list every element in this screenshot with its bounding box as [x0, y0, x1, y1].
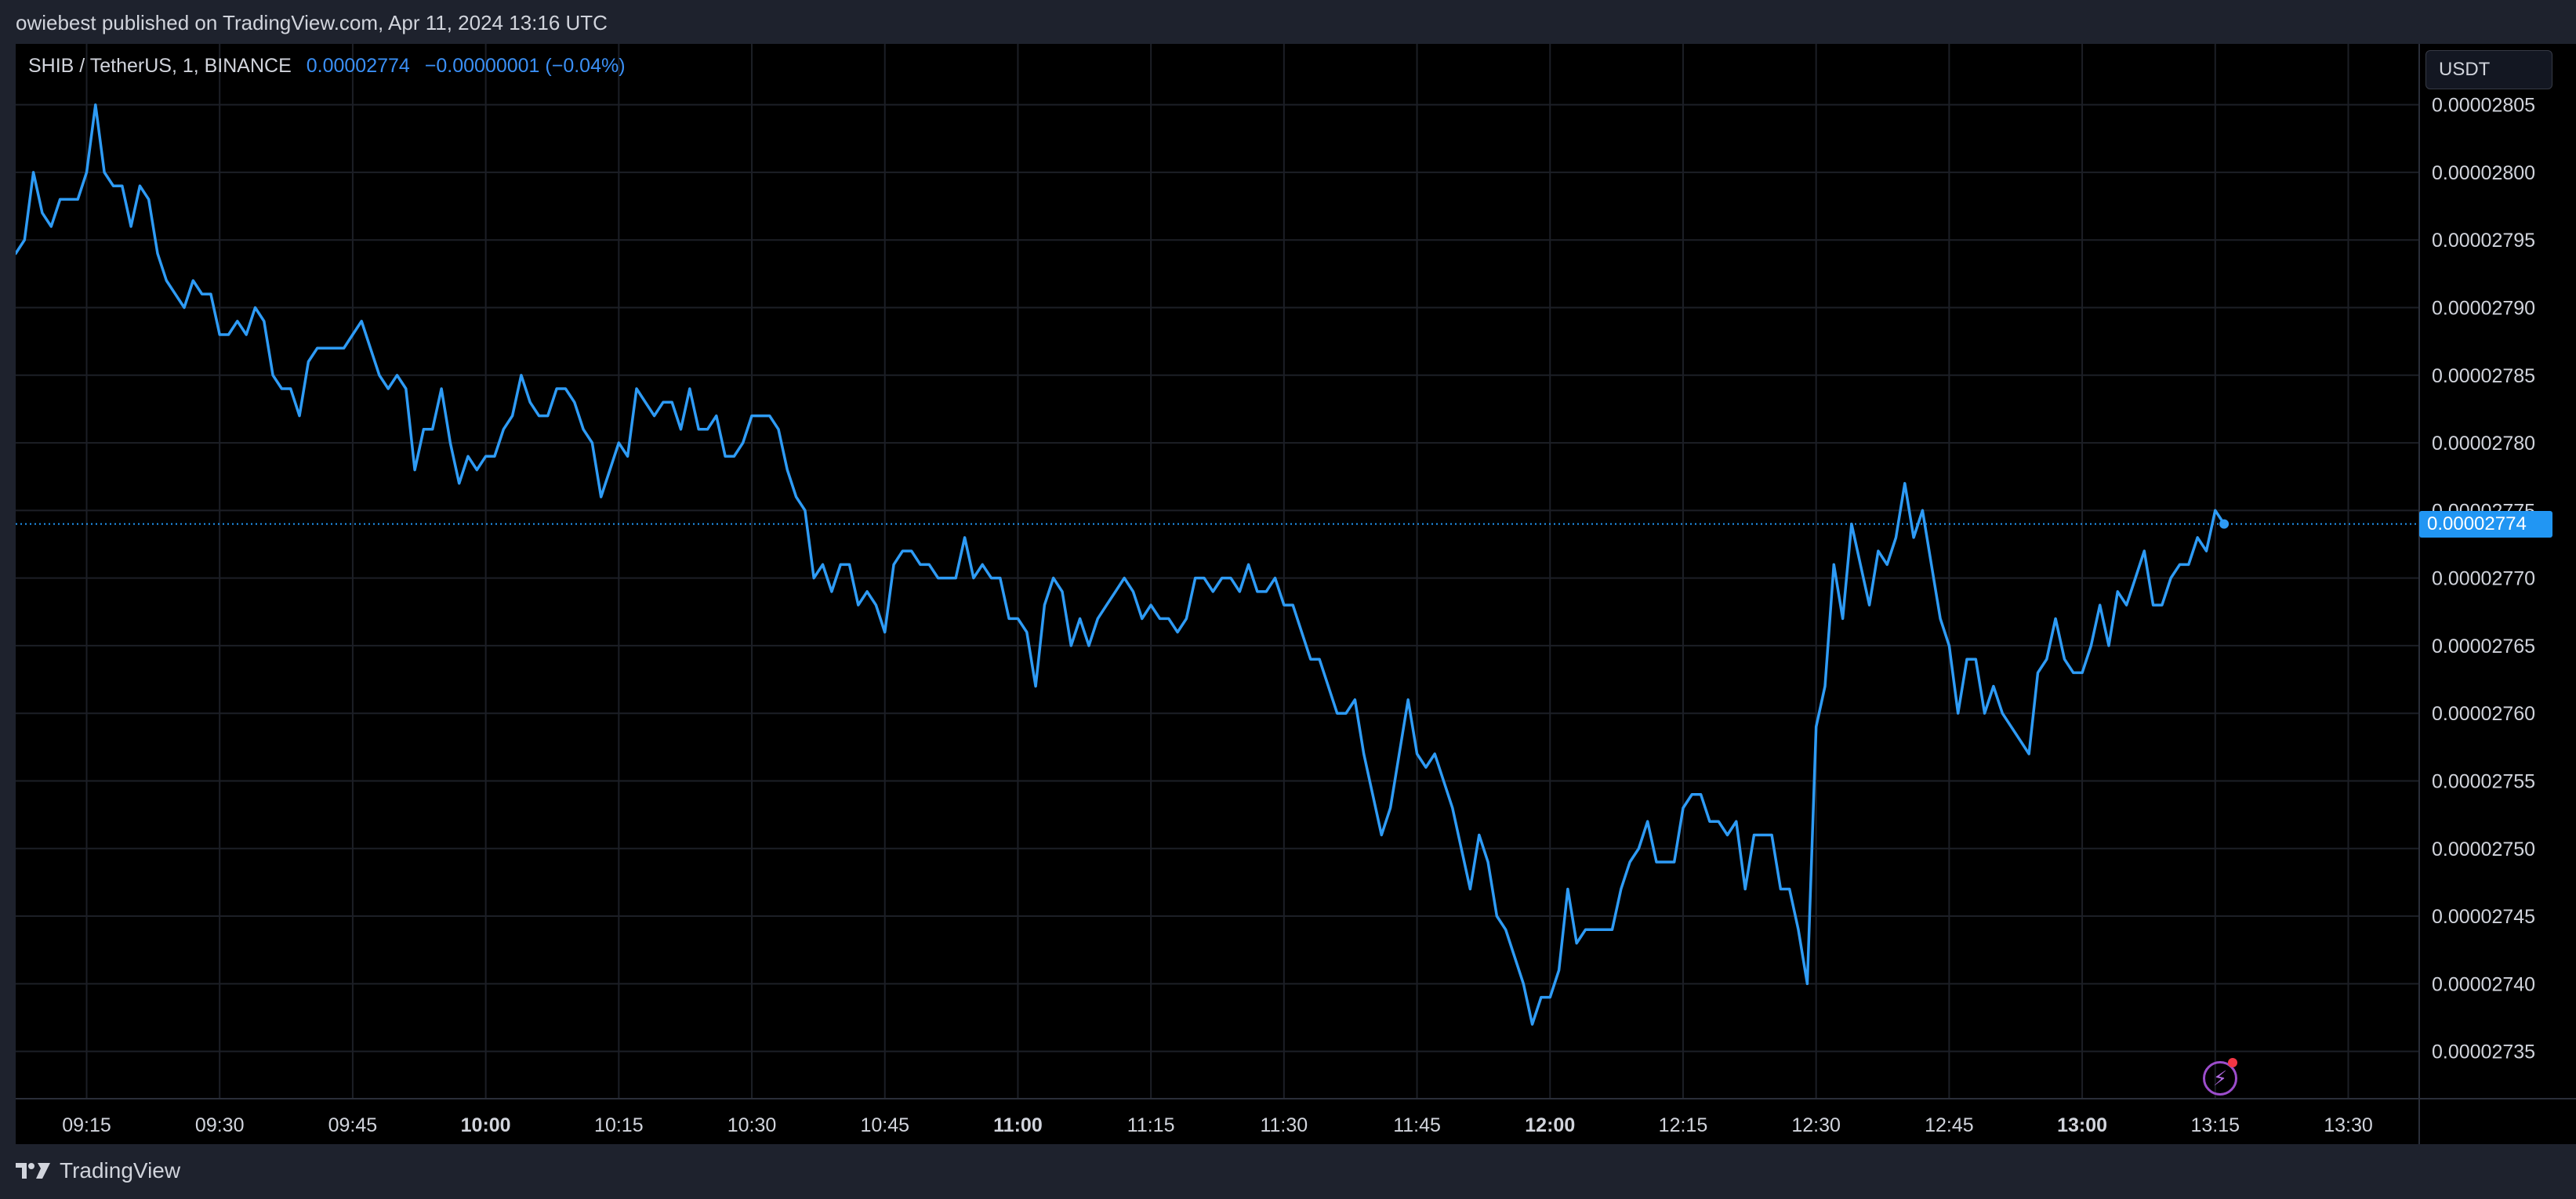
y-tick-label: 0.00002785 — [2432, 365, 2535, 387]
x-tick-label: 12:30 — [1791, 1114, 1841, 1136]
y-tick-label: 0.00002750 — [2432, 839, 2535, 860]
x-tick-label: 10:30 — [727, 1114, 777, 1136]
current-price-label: 0.00002774 — [2419, 510, 2552, 538]
x-tick-label: 13:15 — [2191, 1114, 2240, 1136]
x-tick-label: 12:45 — [1925, 1114, 1974, 1136]
x-tick-label: 11:30 — [1260, 1114, 1308, 1136]
tradingview-logo-icon — [16, 1163, 50, 1179]
price-chart[interactable]: 0.00002735 0.00002740 0.00002745 0.00002750… — [16, 44, 2576, 1144]
footer-logo-text: TradingView — [60, 1158, 181, 1183]
legend-symbol[interactable]: SHIB / TetherUS, 1, BINANCE — [28, 55, 292, 77]
x-tick-label: 11:45 — [1393, 1114, 1441, 1136]
chart-panel[interactable]: 0.00002735 0.00002740 0.00002745 0.00002750… — [16, 44, 2576, 1144]
x-tick-label: 12:15 — [1659, 1114, 1708, 1136]
legend-last-price: 0.00002774 — [306, 55, 410, 77]
y-tick-label: 0.00002770 — [2432, 568, 2535, 590]
chart-legend[interactable]: SHIB / TetherUS, 1, BINANCE 0.00002774 −… — [28, 55, 626, 78]
y-tick-label: 0.00002755 — [2432, 770, 2535, 792]
y-tick-label: 0.00002765 — [2432, 636, 2535, 657]
x-tick-label: 09:15 — [62, 1114, 111, 1136]
y-tick-label: 0.00002800 — [2432, 162, 2535, 184]
y-tick-label: 0.00002780 — [2432, 433, 2535, 455]
x-tick-label: 09:45 — [328, 1114, 378, 1136]
x-tick-label: 10:45 — [860, 1114, 909, 1136]
x-tick-label: 11:15 — [1127, 1114, 1175, 1136]
x-tick-label: 11:00 — [993, 1114, 1043, 1136]
x-tick-label: 12:00 — [1525, 1114, 1575, 1136]
x-tick-label: 13:30 — [2324, 1114, 2373, 1136]
y-tick-label: 0.00002740 — [2432, 973, 2535, 995]
price-series-line — [16, 103, 2226, 1026]
y-tick-label: 0.00002795 — [2432, 230, 2535, 252]
y-tick-label: 0.00002760 — [2432, 703, 2535, 725]
currency-button[interactable]: USDT — [2425, 50, 2552, 89]
footer-brand[interactable]: TradingView — [16, 1158, 180, 1183]
legend-change: −0.00000001 (−0.04%) — [424, 55, 626, 77]
x-tick-label: 13:00 — [2057, 1114, 2107, 1136]
y-tick-label: 0.00002745 — [2432, 906, 2535, 928]
x-tick-label: 10:00 — [461, 1114, 511, 1136]
x-tick-label: 09:30 — [195, 1114, 245, 1136]
y-tick-label: 0.00002805 — [2432, 95, 2535, 117]
x-tick-label: 10:15 — [594, 1114, 644, 1136]
y-tick-label: 0.00002735 — [2432, 1041, 2535, 1063]
last-price-point — [2219, 519, 2230, 529]
y-tick-label: 0.00002790 — [2432, 298, 2535, 320]
notification-dot — [2228, 1058, 2237, 1067]
publish-attribution: owiebest published on TradingView.com, A… — [16, 11, 608, 34]
